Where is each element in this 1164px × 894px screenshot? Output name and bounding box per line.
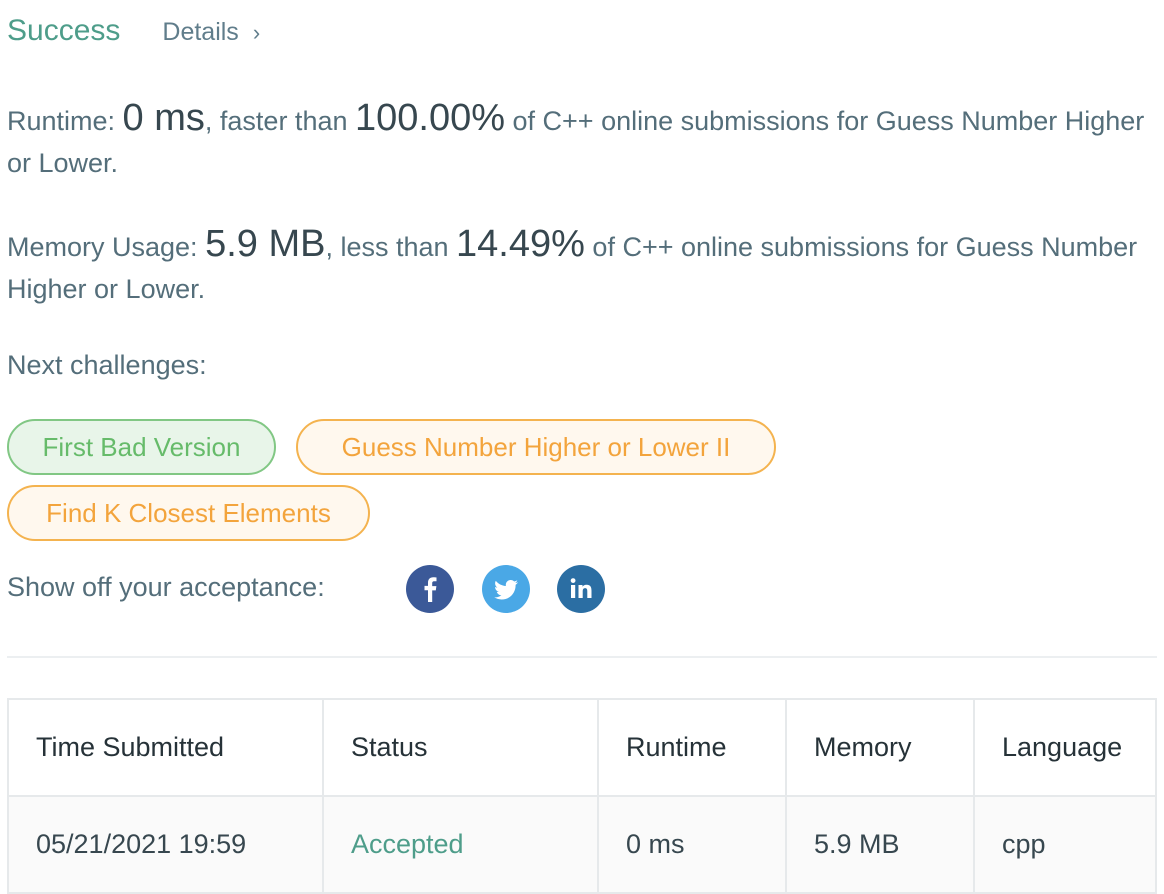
next-challenges-label: Next challenges: [7,350,207,380]
facebook-icon[interactable] [406,565,454,613]
cell-language: cpp [973,795,1157,894]
twitter-glyph [494,580,518,600]
cell-runtime: 0 ms [597,795,787,894]
memory-summary: Memory Usage: 5.9 MB, less than 14.49% o… [7,223,1157,310]
challenge-first-bad-version[interactable]: First Bad Version [7,419,276,475]
header-time-submitted[interactable]: Time Submitted [7,698,324,797]
runtime-summary: Runtime: 0 ms, faster than 100.00% of C+… [7,97,1157,184]
runtime-label: Runtime: [7,106,123,136]
section-divider [7,656,1157,658]
runtime-comparison: , faster than [204,106,355,136]
header-language[interactable]: Language [973,698,1157,797]
result-status: Success [7,14,121,47]
memory-label: Memory Usage: [7,232,206,262]
share-label: Show off your acceptance: [7,572,325,602]
facebook-glyph [424,577,437,602]
details-label[interactable]: Details [162,18,238,47]
submission-detail-page: Success Details › Runtime: 0 ms, faster … [0,0,1164,894]
chevron-right-icon[interactable]: › [253,20,260,46]
cell-memory: 5.9 MB [785,795,975,894]
runtime-percent: 100.00% [355,97,506,139]
linkedin-glyph [570,578,592,598]
memory-percent: 14.49% [456,223,585,265]
cell-time-submitted: 05/21/2021 19:59 [7,795,324,894]
runtime-value: 0 ms [122,97,205,139]
cell-status[interactable]: Accepted [322,795,599,894]
table-row: 05/21/2021 19:59 Accepted 0 ms 5.9 MB cp… [7,795,1157,894]
challenge-guess-number-ii[interactable]: Guess Number Higher or Lower II [296,419,776,475]
table-header-row: Time Submitted Status Runtime Memory Lan… [7,698,1157,797]
twitter-icon[interactable] [482,565,530,613]
linkedin-icon[interactable] [557,565,605,613]
submissions-table: Time Submitted Status Runtime Memory Lan… [7,698,1157,894]
header-memory[interactable]: Memory [785,698,975,797]
memory-value: 5.9 MB [205,223,326,265]
header-runtime[interactable]: Runtime [597,698,787,797]
challenge-find-k-closest[interactable]: Find K Closest Elements [7,485,370,541]
header-status[interactable]: Status [322,698,599,797]
memory-comparison: , less than [325,232,457,262]
details-link[interactable]: Details › [162,18,260,47]
result-header: Success Details › [7,14,260,54]
